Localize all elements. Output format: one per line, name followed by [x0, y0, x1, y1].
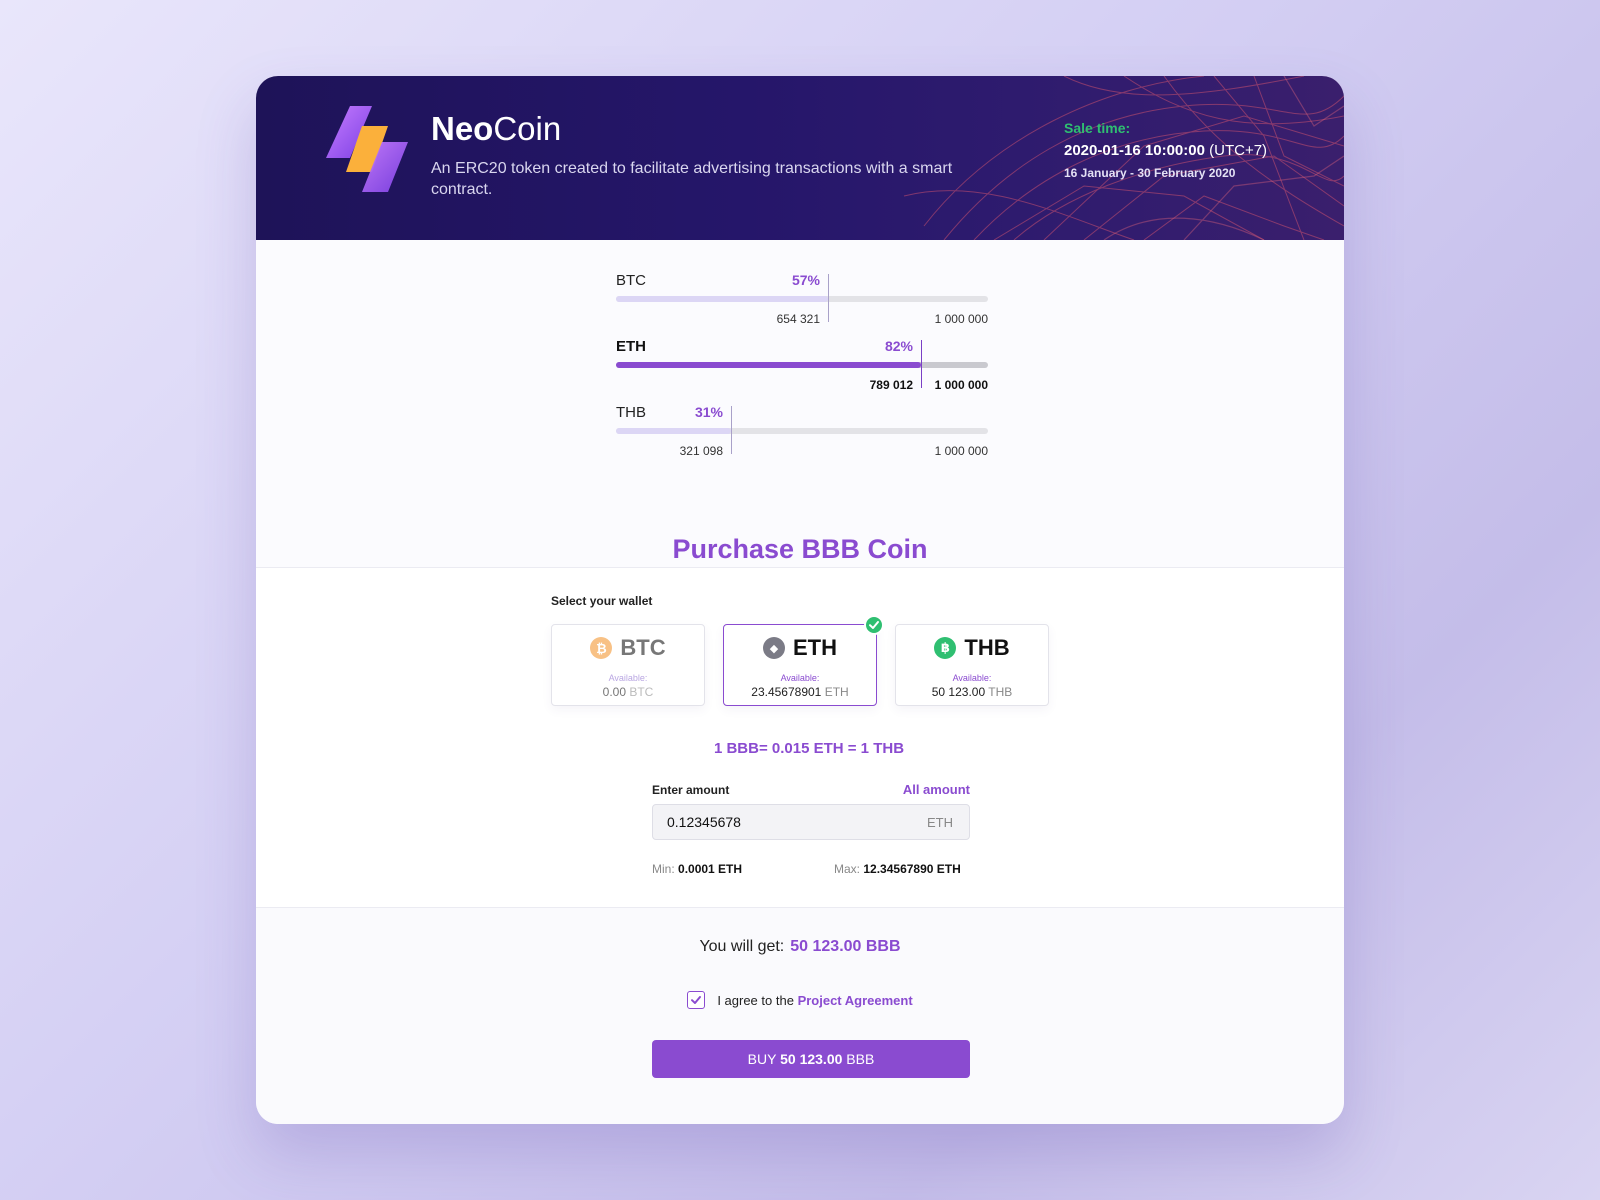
min-amount: Min: 0.0001 ETH: [652, 862, 742, 876]
wallet-balance: 23.45678901 ETH: [724, 685, 876, 699]
neocoin-logo-icon: [326, 106, 408, 192]
progress-fill: [616, 296, 828, 302]
wallet-head: ◆ ETH: [724, 635, 876, 661]
sale-header: NeoCoin An ERC20 token created to facili…: [256, 76, 1344, 240]
selected-check-icon: [864, 615, 884, 635]
max-value: 12.34567890 ETH: [863, 862, 961, 876]
brand-light: Coin: [493, 110, 562, 147]
progress-fill: [616, 362, 921, 368]
token-sale-card: NeoCoin An ERC20 token created to facili…: [256, 76, 1344, 1124]
progress-fill: [616, 428, 731, 434]
progress-current: 321 098: [679, 444, 723, 458]
ethereum-icon: ◆: [763, 637, 785, 659]
progress-marker: [828, 274, 829, 322]
agree-checkbox[interactable]: [687, 991, 706, 1009]
exchange-rate: 1 BBB= 0.015 ETH = 1 THB: [713, 740, 905, 757]
progress-current: 789 012: [869, 378, 913, 392]
progress-currency: THB: [616, 404, 646, 421]
progress-row-eth: ETH 82% 789 012 1 000 000: [616, 338, 988, 398]
wallet-balance: 50 123.00 THB: [896, 685, 1048, 699]
wallet-head: ₿ BTC: [552, 635, 704, 661]
progress-currency: BTC: [616, 272, 646, 289]
buy-amount: 50 123.00: [780, 1051, 843, 1067]
buy-button[interactable]: BUY 50 123.00 BBB: [652, 1040, 970, 1078]
amount-field[interactable]: ETH: [652, 804, 970, 840]
agree-text: I agree to the Project Agreement: [717, 993, 912, 1008]
amount-unit: ETH: [927, 815, 953, 830]
progress-percent: 31%: [694, 404, 723, 420]
progress-row-btc: BTC 57% 654 321 1 000 000: [616, 272, 988, 332]
progress-row-thb: THB 31% 321 098 1 000 000: [616, 404, 988, 464]
progress-max: 1 000 000: [934, 444, 988, 458]
wallet-option-eth[interactable]: ◆ ETH Available: 23.45678901 ETH: [723, 615, 884, 706]
buy-prefix: BUY: [747, 1051, 777, 1067]
get-value: 50 123.00 BBB: [790, 938, 901, 955]
progress-percent: 82%: [884, 338, 913, 354]
wallet-balance-value: 0.00: [602, 685, 626, 699]
sale-date-range: 16 January - 30 February 2020: [1064, 166, 1236, 180]
wallet-available-label: Available:: [608, 673, 648, 683]
min-value: 0.0001 ETH: [678, 862, 743, 876]
progress-percent: 57%: [791, 272, 820, 288]
project-agreement-link[interactable]: Project Agreement: [798, 993, 913, 1008]
agree-prefix: I agree to the: [717, 992, 794, 1008]
get-label: You will get:: [699, 938, 785, 955]
brand-tagline: An ERC20 token created to facilitate adv…: [431, 160, 953, 198]
min-label: Min:: [652, 862, 675, 876]
funding-progress: BTC 57% 654 321 1 000 000 ETH 82% 789 01…: [256, 240, 1344, 568]
wallet-balance-value: 23.45678901: [751, 685, 822, 699]
wallet-balance-unit: THB: [988, 685, 1013, 699]
baht-icon: ฿: [934, 637, 957, 659]
wallet-name: ETH: [793, 635, 837, 660]
progress-marker: [731, 406, 732, 454]
bitcoin-icon: ₿: [590, 637, 613, 659]
wallet-balance-unit: BTC: [629, 685, 654, 699]
wallet-label: Select your wallet: [551, 594, 653, 608]
brand-name: NeoCoin: [431, 110, 561, 148]
wallet-name: THB: [964, 635, 1010, 660]
wallet-name: BTC: [620, 635, 666, 660]
wallet-available-label: Available:: [780, 673, 820, 683]
sale-timezone: (UTC+7): [1209, 142, 1268, 159]
purchase-summary: You will get: 50 123.00 BBB I agree to th…: [256, 907, 1344, 1124]
max-label: Max:: [834, 862, 861, 876]
wallet-balance-unit: ETH: [824, 685, 849, 699]
progress-max: 1 000 000: [934, 378, 988, 392]
wallet-head: ฿ THB: [896, 635, 1048, 661]
amount-input[interactable]: [667, 805, 897, 839]
purchase-title: Purchase BBB Coin: [672, 534, 928, 564]
wallet-balance-value: 50 123.00: [931, 685, 986, 699]
wallet-balance: 0.00 BTC: [552, 685, 704, 699]
checkmark-icon: [691, 996, 702, 1004]
sale-time-label: Sale time:: [1064, 120, 1131, 136]
sale-datetime: 2020-01-16 10:00:00 (UTC+7): [1064, 142, 1267, 159]
progress-currency: ETH: [616, 338, 646, 355]
wallet-available-label: Available:: [952, 673, 992, 683]
progress-marker: [921, 340, 922, 388]
buy-unit: BBB: [846, 1051, 875, 1067]
brand-bold: Neo: [431, 110, 494, 147]
you-will-get: You will get: 50 123.00 BBB: [256, 938, 1344, 956]
wallet-option-thb[interactable]: ฿ THB Available: 50 123.00 THB: [895, 624, 1049, 706]
agreement-row: I agree to the Project Agreement: [256, 991, 1344, 1009]
sale-datetime-value: 2020-01-16 10:00:00: [1064, 142, 1205, 159]
progress-current: 654 321: [776, 312, 820, 326]
all-amount-link[interactable]: All amount: [256, 782, 970, 797]
sale-info: Sale time: 2020-01-16 10:00:00 (UTC+7) 1…: [1064, 120, 1267, 180]
progress-max: 1 000 000: [934, 312, 988, 326]
wallet-option-btc[interactable]: ₿ BTC Available: 0.00 BTC: [551, 624, 705, 706]
max-amount: Max: 12.34567890 ETH: [834, 862, 961, 876]
